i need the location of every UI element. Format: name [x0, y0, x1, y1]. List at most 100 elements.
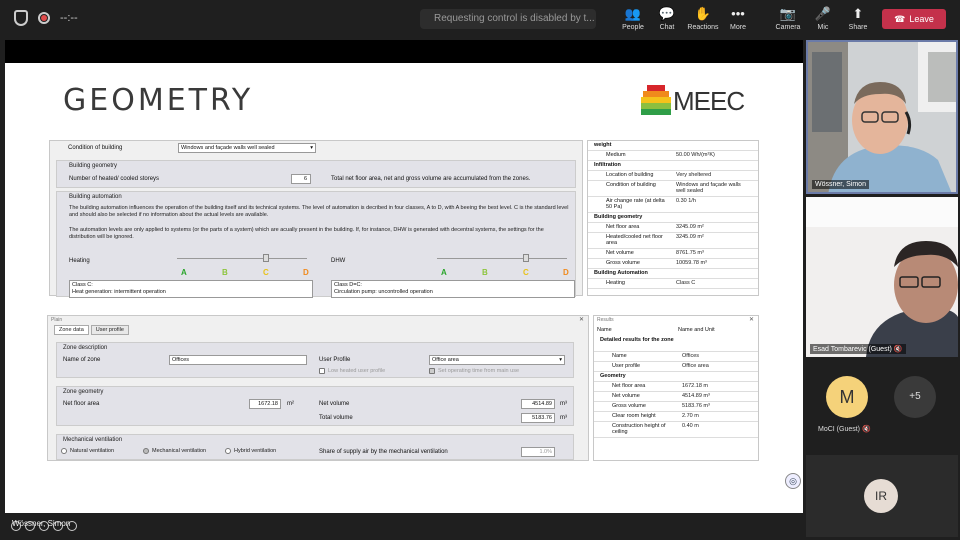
- mic-off-icon: 🔇: [893, 346, 903, 353]
- tree-group-row[interactable]: weight: [588, 141, 758, 151]
- tree-row-value: 0.40 m: [682, 423, 699, 429]
- participant-name: MoCI (Guest) 🔇: [818, 425, 871, 433]
- tree-group-label: Geometry: [600, 373, 626, 379]
- dhw-slider-track[interactable]: [437, 258, 567, 259]
- meeting-timer: --:--: [60, 12, 78, 24]
- chat-button[interactable]: 💬 Chat: [647, 6, 687, 31]
- tree-row[interactable]: Name Offices: [594, 352, 758, 362]
- tree-group-label: Detailed results for the zone: [600, 337, 674, 343]
- tree-row[interactable]: Gross volume 5183.76 m³: [594, 402, 758, 412]
- tree-row[interactable]: Gross volume 10059.78 m³: [588, 259, 758, 269]
- radio-hybrid-ventilation[interactable]: Hybrid ventilation: [225, 448, 276, 454]
- heating-slider-track[interactable]: [177, 258, 307, 259]
- condition-select[interactable]: Windows and façade walls well sealed ▾: [178, 143, 316, 153]
- presenter-name: Wössner, Simon: [12, 519, 71, 528]
- building-geometry-section: Building geometry Number of heated/ cool…: [56, 160, 576, 188]
- video-tile-presenter[interactable]: Wössner, Simon: [806, 40, 958, 194]
- share-tray-icon: ⬆: [852, 6, 864, 21]
- tree-row[interactable]: User profile Office area: [594, 362, 758, 372]
- tree-group-label: Building geometry: [594, 214, 643, 220]
- mic-off-icon: 🔇: [861, 426, 871, 433]
- request-control-status[interactable]: Requesting control is disabled by t...: [420, 9, 596, 29]
- class-label: D: [303, 268, 309, 277]
- presentation-slide: GEOMETRY MEEC Condition of building Wind…: [5, 63, 803, 531]
- heating-slider-handle[interactable]: [263, 254, 269, 262]
- tree-row-value: 5183.76 m³: [682, 403, 710, 409]
- building-automation-section: Building automation The building automat…: [56, 191, 576, 298]
- net-volume-label: Net volume: [319, 401, 350, 407]
- radio-mechanical-ventilation[interactable]: Mechanical ventilation: [143, 448, 206, 454]
- dhw-slider-handle[interactable]: [523, 254, 529, 262]
- screen-share-indicator-icon[interactable]: ◎: [785, 473, 801, 489]
- net-volume-input[interactable]: 4514.89: [521, 399, 555, 409]
- tree-row[interactable]: Net floor area 3245.09 m²: [588, 223, 758, 233]
- tree-row-label: Condition of building: [606, 182, 656, 188]
- tab-user-profile[interactable]: User profile: [90, 325, 129, 335]
- radio-natural-ventilation[interactable]: Natural ventilation: [61, 448, 114, 454]
- class-label: A: [181, 268, 187, 277]
- low-heated-label: Low heated user profile: [328, 368, 386, 374]
- zone-geometry-section: Zone geometry Net floor area 1672.18 m² …: [56, 386, 574, 426]
- storeys-spinner[interactable]: 6: [291, 174, 311, 184]
- tree-row[interactable]: Heating Class C: [588, 279, 758, 289]
- tree-group-row[interactable]: Geometry: [594, 372, 758, 382]
- more-participants-badge[interactable]: +5: [894, 376, 936, 418]
- heating-class-description: Class C: Heat generation: intermittent o…: [69, 280, 313, 298]
- tree-row-label: Heated/cooled net floor area: [606, 234, 663, 246]
- share-button[interactable]: ⬆ Share: [838, 6, 878, 31]
- tree-row[interactable]: Medium 50.00 Wh/(m²K): [588, 151, 758, 161]
- more-button[interactable]: ••• More: [718, 6, 758, 31]
- class-label: A: [441, 268, 447, 277]
- tree-row[interactable]: Construction height of ceiling 0.40 m: [594, 422, 758, 438]
- tree-row-label: Location of building: [606, 172, 654, 178]
- tree-row-value: Office area: [682, 363, 709, 369]
- avatar-moci[interactable]: M: [826, 376, 868, 418]
- tree-row[interactable]: Net volume 4514.89 m³: [594, 392, 758, 402]
- tree-row-value: 0.30 1/h: [676, 198, 696, 204]
- toolbar-left: --:--: [14, 10, 78, 26]
- tree-row[interactable]: Clear room height 2.70 m: [594, 412, 758, 422]
- tree-row[interactable]: Air change rate (at delta 50 Pa) 0.30 1/h: [588, 197, 758, 213]
- mic-button[interactable]: 🎤 Mic: [803, 6, 843, 31]
- tree-row[interactable]: Location of building Very sheltered: [588, 171, 758, 181]
- tree-row-label: Clear room height: [612, 413, 656, 419]
- set-operating-checkbox[interactable]: Set operating time from main use: [429, 368, 519, 374]
- presenter-video: [808, 42, 956, 192]
- camera-label: Camera: [775, 24, 801, 31]
- avatar-ir: IR: [864, 479, 898, 513]
- tree-row-label: Medium: [606, 152, 626, 158]
- tree-row-label: Name: [612, 353, 627, 359]
- reactions-button[interactable]: ✋ Reactions: [683, 6, 723, 31]
- tree-row-label: Net floor area: [606, 224, 640, 230]
- total-volume-input[interactable]: 5183.76: [521, 413, 555, 423]
- video-tile-guest[interactable]: Esad Tombarevic (Guest) 🔇: [806, 197, 958, 357]
- set-operating-label: Set operating time from main use: [438, 368, 520, 374]
- tree-group-row[interactable]: Building geometry: [588, 213, 758, 223]
- tree-row-label: Gross volume: [612, 403, 646, 409]
- zone-name-input[interactable]: Offices: [169, 355, 307, 365]
- tree-row[interactable]: Condition of building Windows and façade …: [588, 181, 758, 197]
- close-icon[interactable]: ✕: [749, 316, 754, 323]
- share-supply-input[interactable]: 1.0%: [521, 447, 555, 457]
- camera-button[interactable]: 📷 Camera: [768, 6, 808, 31]
- close-icon[interactable]: ✕: [579, 316, 584, 323]
- tree-row-value: Offices: [682, 353, 700, 359]
- net-floor-unit: m²: [287, 401, 294, 407]
- tab-zone-data[interactable]: Zone data: [54, 325, 89, 335]
- user-profile-select[interactable]: Office area ▾: [429, 355, 565, 365]
- class-label: C: [263, 268, 269, 277]
- class-label: B: [482, 268, 488, 277]
- leave-button[interactable]: ☎ Leave: [882, 9, 946, 29]
- condition-label: Condition of building: [68, 145, 123, 151]
- tree-row[interactable]: Heated/cooled net floor area 3245.09 m²: [588, 233, 758, 249]
- tree-row[interactable]: Net floor area 1672.18 m: [594, 382, 758, 392]
- low-heated-checkbox[interactable]: Low heated user profile: [319, 368, 385, 374]
- tree-group-row[interactable]: Detailed results for the zone: [594, 336, 758, 352]
- slide-title: GEOMETRY: [63, 83, 254, 118]
- net-floor-input[interactable]: 1672.18: [249, 399, 281, 409]
- tree-group-row[interactable]: Building Automation: [588, 269, 758, 279]
- tree-group-row[interactable]: Infiltration: [588, 161, 758, 171]
- tree-row[interactable]: Net volume 8761.75 m³: [588, 249, 758, 259]
- avatar-tile-ir[interactable]: IR: [806, 455, 958, 537]
- tree-row-label: Heating: [606, 280, 625, 286]
